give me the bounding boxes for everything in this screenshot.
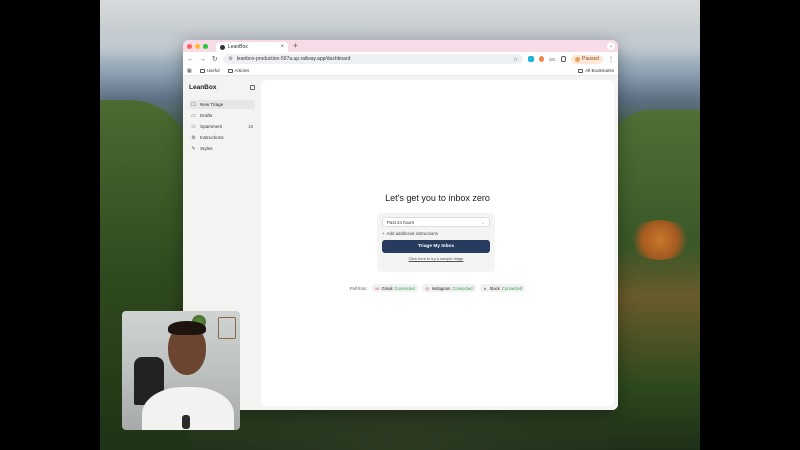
status-badge: Connected — [501, 285, 523, 291]
sidebar-item-label: Styles — [200, 146, 213, 151]
brand: LeanBox — [189, 84, 255, 91]
gear-icon: ⚙ — [191, 134, 196, 141]
file-icon: ▭ — [191, 112, 196, 119]
users-icon: ⚇ — [191, 123, 196, 130]
source-name: Gmail — [381, 285, 393, 291]
spammers-count-badge: 18 — [248, 124, 253, 129]
sidebar-item-label: Drafts — [200, 113, 213, 118]
status-badge: Connected — [452, 285, 473, 291]
extension-icon[interactable]: SG — [549, 57, 556, 62]
folder-icon — [227, 68, 233, 73]
chat-icon: ☐ — [191, 101, 196, 108]
address-bar[interactable]: ⚙ leanbox-production-597a.up.railway.app… — [223, 54, 524, 64]
all-bookmarks-button[interactable]: All Bookmarks — [578, 68, 614, 73]
sidebar-item-label: Instructions — [200, 135, 224, 140]
window-controls — [187, 43, 208, 49]
timeframe-select[interactable]: Past 24 hours ⌄ — [382, 217, 490, 227]
timeframe-value: Past 24 hours — [387, 219, 415, 225]
triage-inbox-button[interactable]: Triage My Inbox — [382, 240, 490, 253]
bookmark-star-icon[interactable]: ☆ — [513, 56, 518, 63]
brand-name: LeanBox — [189, 84, 217, 91]
sidebar-item-spammers[interactable]: ⚇ Spammers 18 — [189, 122, 255, 131]
status-badge: Connected — [394, 285, 415, 291]
forward-arrow-icon[interactable]: → — [199, 56, 206, 63]
close-tab-icon[interactable]: × — [280, 44, 284, 50]
bookmark-label: Useful — [206, 68, 220, 73]
leanbox-app: LeanBox ☐ New Triage ▭ Drafts ⚇ Spammers… — [183, 76, 618, 410]
browser-toolbar: ← → ↻ ⚙ leanbox-production-597a.up.railw… — [183, 52, 618, 66]
page-title: Let's get you to inbox zero — [385, 193, 490, 203]
webcam-shelf — [218, 317, 236, 339]
all-bookmarks-label: All Bookmarks — [585, 68, 614, 73]
tab-title: LeanBox — [228, 44, 248, 50]
sources-row: Pull from: M Gmail Connected ◎ Instagram… — [261, 284, 614, 292]
webcam-overlay — [122, 311, 240, 430]
sample-triage-link[interactable]: Click here to try a sample triage — [382, 256, 490, 261]
bookmark-label: Articles — [234, 68, 250, 73]
folder-icon — [199, 68, 205, 73]
folder-icon — [578, 68, 584, 73]
extension-icon[interactable] — [528, 56, 534, 62]
triage-card: Past 24 hours ⌄ + Add additional instruc… — [377, 213, 495, 272]
avatar — [575, 56, 581, 62]
profile-button[interactable]: Paused — [571, 54, 604, 64]
wallpaper-autumn-trees — [630, 220, 690, 260]
extensions-puzzle-icon[interactable] — [560, 56, 567, 62]
pull-from-label: Pull from: — [349, 285, 368, 291]
sidebar-item-instructions[interactable]: ⚙ Instructions — [189, 133, 255, 142]
sidebar-item-label: New Triage — [200, 102, 224, 107]
browser-menu-icon[interactable]: ⋮ — [608, 56, 614, 63]
source-instagram[interactable]: ◎ Instagram Connected — [421, 284, 476, 292]
source-slack[interactable]: # Slack Connected — [479, 284, 526, 292]
sidebar-item-drafts[interactable]: ▭ Drafts — [189, 111, 255, 120]
source-gmail[interactable]: M Gmail Connected — [371, 284, 418, 292]
profile-label: Paused — [582, 56, 600, 62]
microphone-icon — [182, 415, 190, 429]
apps-grid-icon[interactable]: ▦ — [187, 68, 192, 74]
url-text: leanbox-production-597a.up.railway.app/d… — [236, 56, 351, 62]
sidebar-toggle-icon[interactable] — [250, 85, 255, 90]
pen-icon: ✎ — [191, 145, 196, 152]
slack-icon: # — [484, 285, 487, 291]
sidebar-item-styles[interactable]: ✎ Styles — [189, 144, 255, 153]
bookmark-folder-articles[interactable]: Articles — [227, 68, 250, 73]
site-info-icon[interactable]: ⚙ — [228, 56, 232, 62]
add-instructions-button[interactable]: + Add additional instructions — [382, 231, 490, 236]
sidebar-item-new-triage[interactable]: ☐ New Triage — [189, 100, 255, 109]
chevron-down-icon: ⌄ — [481, 219, 485, 225]
gmail-icon: M — [375, 285, 379, 291]
tab-search-button[interactable]: ⌄ — [607, 42, 615, 50]
source-name: Slack — [489, 285, 500, 291]
close-window-button[interactable] — [187, 43, 192, 49]
webcam-person-hair — [168, 321, 206, 335]
instagram-icon: ◎ — [425, 285, 429, 291]
source-name: Instagram — [431, 285, 451, 291]
bookmarks-bar: ▦ Useful Articles All Bookmarks — [183, 66, 618, 76]
browser-tab-leanbox[interactable]: LeanBox × — [216, 42, 288, 52]
plus-icon: + — [382, 231, 385, 236]
extension-icon[interactable] — [538, 56, 544, 62]
sidebar-item-label: Spammers — [200, 124, 223, 129]
tab-strip: LeanBox × + ⌄ — [183, 40, 618, 52]
add-instructions-label: Add additional instructions — [386, 231, 438, 236]
maximize-window-button[interactable] — [203, 43, 208, 49]
wallpaper-hill-right — [610, 110, 700, 450]
favicon-icon — [220, 44, 225, 50]
reload-icon[interactable]: ↻ — [211, 55, 218, 63]
main-panel: Let's get you to inbox zero Past 24 hour… — [261, 80, 614, 406]
browser-window: LeanBox × + ⌄ ← → ↻ ⚙ leanbox-production… — [183, 40, 618, 410]
bookmark-folder-useful[interactable]: Useful — [199, 68, 220, 73]
new-tab-button[interactable]: + — [293, 41, 298, 51]
minimize-window-button[interactable] — [195, 43, 200, 49]
back-arrow-icon[interactable]: ← — [187, 56, 194, 63]
